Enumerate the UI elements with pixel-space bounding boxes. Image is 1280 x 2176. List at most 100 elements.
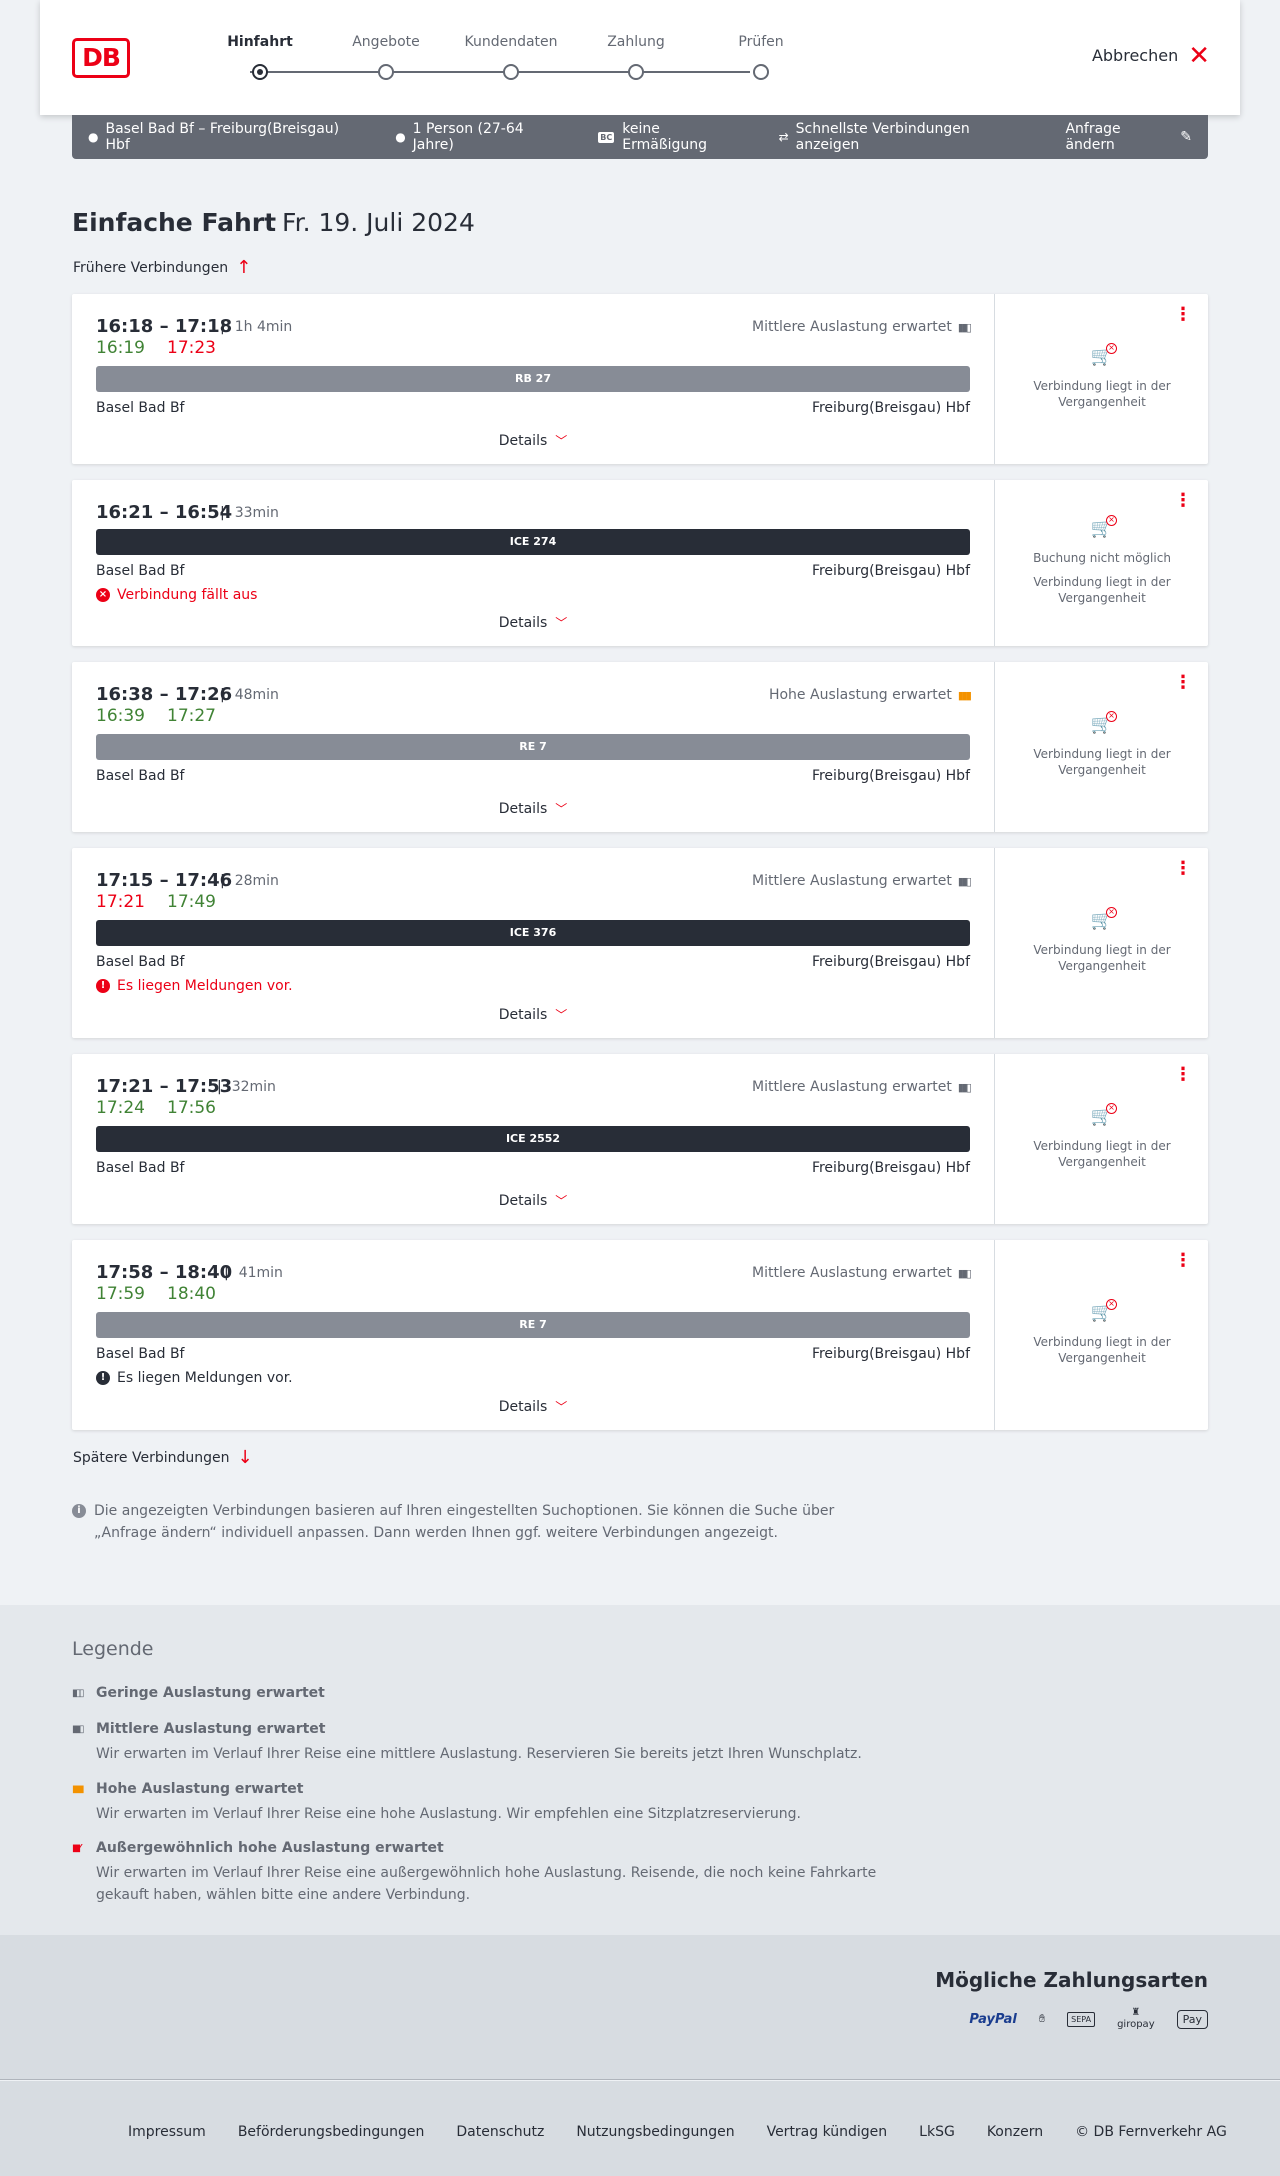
train-bar[interactable]: ICE 2552 bbox=[96, 1126, 970, 1152]
train-bar[interactable]: ICE 376 bbox=[96, 920, 970, 946]
more-options-icon[interactable]: ⋮ bbox=[1174, 674, 1192, 692]
message-text: Es liegen Meldungen vor. bbox=[117, 1370, 293, 1386]
connection-times: 16:18 – 17:18 bbox=[96, 316, 233, 337]
step-pruefen[interactable]: Prüfen bbox=[711, 34, 811, 80]
legend-item: ▮▮⁄ Außergewöhnlich hohe Auslastung erwa… bbox=[72, 1840, 892, 1906]
disruption-message[interactable]: ! Es liegen Meldungen vor. bbox=[96, 978, 293, 994]
arrow-up-icon: ↑ bbox=[236, 257, 252, 278]
site-footer: Impressum Beförderungsbedingungen Datens… bbox=[0, 2081, 1280, 2176]
details-label: Details bbox=[498, 1193, 548, 1209]
departure-station: Basel Bad Bf bbox=[96, 400, 185, 416]
connection-duration: 1h 4min bbox=[220, 319, 293, 335]
cancellation-message: × Verbindung fällt aus bbox=[96, 587, 257, 603]
booking-panel: ⋮ 🛒 × Verbindung liegt in der Vergangenhe… bbox=[994, 848, 1208, 1038]
option-summary: ⇄ Schnellste Verbindungen anzeigen bbox=[779, 121, 1034, 153]
db-logo[interactable]: DB bbox=[72, 38, 130, 78]
realtime-arrival: 17:49 bbox=[167, 892, 216, 912]
footer-link-datenschutz[interactable]: Datenschutz bbox=[456, 2124, 544, 2140]
arrival-station: Freiburg(Breisgau) Hbf bbox=[811, 1346, 970, 1362]
legend-title: Legende bbox=[72, 1638, 154, 1660]
cancel-circle-icon: × bbox=[96, 588, 110, 602]
alert-icon: ! bbox=[96, 979, 110, 993]
footer-link-befoerderungsbedingungen[interactable]: Beförderungsbedingungen bbox=[238, 2124, 425, 2140]
train-bar[interactable]: RE 7 bbox=[96, 734, 970, 760]
booking-status-text: Verbindung liegt in der Vergangenheit bbox=[1033, 1139, 1171, 1169]
step-kundendaten[interactable]: Kundendaten bbox=[461, 34, 561, 80]
connection-card[interactable]: 17:21 – 17:53 32min Mittlere Auslastung … bbox=[72, 1054, 1208, 1224]
connection-card[interactable]: 16:38 – 17:26 48min Hohe Auslastung erwa… bbox=[72, 662, 1208, 832]
load-indicator: Mittlere Auslastung erwartet ▮▮▯ bbox=[752, 1079, 972, 1095]
connection-main: 16:38 – 17:26 48min Hohe Auslastung erwa… bbox=[72, 662, 994, 832]
page-title: Einfache Fahrt Fr. 19. Juli 2024 bbox=[72, 208, 475, 237]
departure-station: Basel Bad Bf bbox=[96, 1160, 185, 1176]
more-options-icon[interactable]: ⋮ bbox=[1174, 1252, 1192, 1270]
payment-title: Mögliche Zahlungsarten bbox=[935, 1968, 1208, 1992]
details-toggle[interactable]: Details ﹀ bbox=[72, 614, 994, 631]
medium-load-icon: ▮▮▯ bbox=[957, 320, 972, 334]
chevron-down-icon: ﹀ bbox=[555, 1400, 568, 1414]
earlier-label: Frühere Verbindungen bbox=[73, 259, 229, 276]
realtime-times: 16:39 17:27 bbox=[96, 706, 238, 726]
booking-status: 🛒 × Verbindung liegt in der Vergangenheit bbox=[995, 907, 1209, 974]
details-toggle[interactable]: Details ﹀ bbox=[72, 1398, 994, 1415]
earlier-connections-link[interactable]: Frühere Verbindungen ↑ bbox=[73, 257, 251, 278]
connection-card[interactable]: 16:18 – 17:18 1h 4min Mittlere Auslastun… bbox=[72, 294, 1208, 464]
connection-card[interactable]: 16:21 – 16:54 33min ICE 274 Basel Bad Bf… bbox=[72, 480, 1208, 646]
step-label: Kundendaten bbox=[464, 34, 558, 50]
payment-methods-section: Mögliche Zahlungsarten PayPal ✋︎ SEPA ♜ g… bbox=[0, 1935, 1280, 2080]
extreme-load-icon: ▮▮⁄ bbox=[72, 1842, 81, 1854]
medium-load-icon: ▮▮▯ bbox=[957, 874, 972, 888]
details-toggle[interactable]: Details ﹀ bbox=[72, 1006, 994, 1023]
details-toggle[interactable]: Details ﹀ bbox=[72, 800, 994, 817]
load-indicator: Hohe Auslastung erwartet ▮▮▮ bbox=[769, 687, 972, 703]
step-dot-icon bbox=[378, 64, 394, 80]
cancel-button[interactable]: Abbrechen ✕ bbox=[1092, 43, 1210, 69]
legend-description: Wir erwarten im Verlauf Ihrer Reise eine… bbox=[96, 1806, 801, 1822]
booking-panel: ⋮ 🛒 × Verbindung liegt in der Vergangenhe… bbox=[994, 1240, 1208, 1430]
connection-duration: 28min bbox=[220, 873, 279, 889]
details-label: Details bbox=[498, 433, 548, 449]
legend-description: Wir erwarten im Verlauf Ihrer Reise eine… bbox=[96, 1865, 877, 1903]
edit-request-label: Anfrage ändern bbox=[1065, 121, 1121, 153]
load-indicator: Mittlere Auslastung erwartet ▮▮▯ bbox=[752, 1265, 972, 1281]
step-angebote[interactable]: Angebote bbox=[336, 34, 436, 80]
edit-request-button[interactable]: Anfrage ändern ✎ bbox=[1065, 121, 1192, 153]
step-label: Hinfahrt bbox=[227, 34, 293, 50]
cart-unavailable-icon: 🛒 × bbox=[1089, 711, 1117, 738]
departure-station: Basel Bad Bf bbox=[96, 768, 185, 784]
more-options-icon[interactable]: ⋮ bbox=[1174, 306, 1192, 324]
footer-link-lksg[interactable]: LkSG bbox=[919, 2124, 955, 2140]
step-zahlung[interactable]: Zahlung bbox=[586, 34, 686, 80]
option-text: Schnellste Verbindungen anzeigen bbox=[795, 121, 970, 153]
more-options-icon[interactable]: ⋮ bbox=[1174, 492, 1192, 510]
connection-card[interactable]: 17:15 – 17:46 28min Mittlere Auslastung … bbox=[72, 848, 1208, 1038]
booking-status-text: Verbindung liegt in der Vergangenheit bbox=[1033, 943, 1171, 973]
step-dot-icon bbox=[503, 64, 519, 80]
bahncard-icon: BC bbox=[598, 131, 615, 143]
train-bar[interactable]: RB 27 bbox=[96, 366, 970, 392]
footer-link-vertrag-kuendigen[interactable]: Vertrag kündigen bbox=[767, 2124, 888, 2140]
more-options-icon[interactable]: ⋮ bbox=[1174, 1066, 1192, 1084]
alert-icon: ! bbox=[96, 1371, 110, 1385]
legend-section: Legende ▮▯▯ Geringe Auslastung erwartet … bbox=[0, 1605, 1280, 1935]
train-bar[interactable]: ICE 274 bbox=[96, 529, 970, 555]
footer-link-nutzungsbedingungen[interactable]: Nutzungsbedingungen bbox=[576, 2124, 734, 2140]
details-label: Details bbox=[498, 1399, 548, 1415]
cart-unavailable-icon: 🛒 × bbox=[1089, 907, 1117, 934]
high-load-icon: ▮▮▮ bbox=[72, 1783, 85, 1795]
details-toggle[interactable]: Details ﹀ bbox=[72, 432, 994, 449]
info-message[interactable]: ! Es liegen Meldungen vor. bbox=[96, 1370, 293, 1386]
more-options-icon[interactable]: ⋮ bbox=[1174, 860, 1192, 878]
train-bar[interactable]: RE 7 bbox=[96, 1312, 970, 1338]
chevron-down-icon: ﹀ bbox=[555, 802, 568, 816]
later-label: Spätere Verbindungen bbox=[73, 1449, 230, 1466]
connection-card[interactable]: 17:58 – 18:40 41min Mittlere Auslastung … bbox=[72, 1240, 1208, 1430]
footer-link-konzern[interactable]: Konzern bbox=[987, 2124, 1043, 2140]
legend-item: ▮▮▮ Hohe Auslastung erwartet Wir erwarte… bbox=[72, 1781, 892, 1825]
later-connections-link[interactable]: Spätere Verbindungen ↓ bbox=[73, 1447, 253, 1468]
details-toggle[interactable]: Details ﹀ bbox=[72, 1192, 994, 1209]
step-hinfahrt[interactable]: Hinfahrt bbox=[210, 34, 310, 80]
message-text: Es liegen Meldungen vor. bbox=[117, 978, 293, 994]
footer-link-impressum[interactable]: Impressum bbox=[128, 2124, 206, 2140]
booking-status-text: Verbindung liegt in der Vergangenheit bbox=[1033, 575, 1171, 605]
